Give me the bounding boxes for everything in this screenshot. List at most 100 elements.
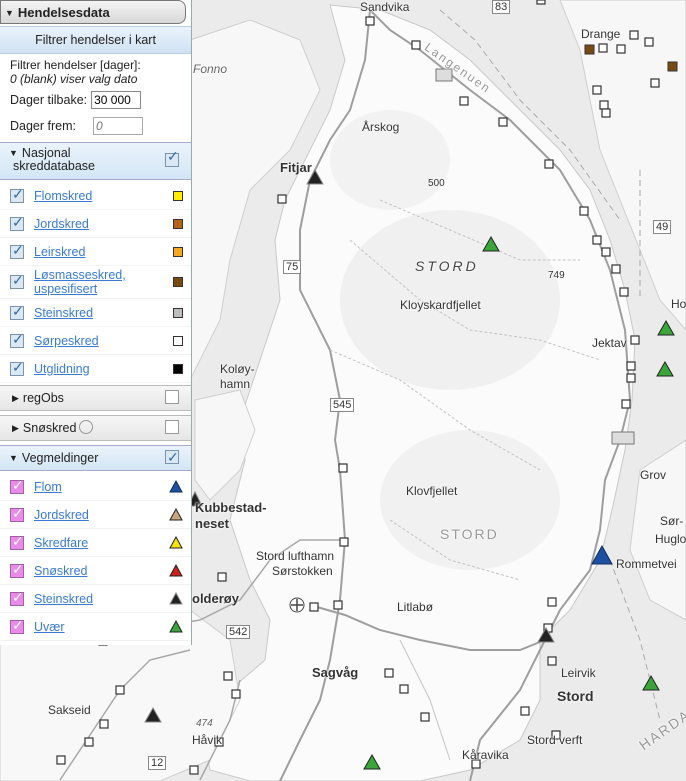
collapse-caret-icon[interactable]: ▼ <box>5 1 14 25</box>
days-forward-row: Dager frem: <box>0 112 191 138</box>
label-koloy: Koløy- <box>220 362 255 376</box>
layer-link[interactable]: Flom <box>34 480 169 494</box>
label-drange: Drange <box>581 27 621 41</box>
label-fonno: Fonno <box>193 62 228 76</box>
road-49: 49 <box>653 220 672 234</box>
layer-checkbox[interactable] <box>10 272 24 289</box>
label-sorstokken: Sørstokken <box>272 564 333 578</box>
layer-link[interactable]: Steinskred <box>34 306 173 320</box>
list-item: Flom <box>0 473 191 501</box>
label-huglo: Huglo <box>655 532 686 546</box>
list-item: Jordskred <box>0 501 191 529</box>
section-snoskred[interactable]: ▶ Snøskred <box>0 415 191 441</box>
list-item: Skredfare <box>0 529 191 557</box>
list-item: Flomskred <box>0 182 191 210</box>
section-regobs[interactable]: ▶ regObs <box>0 385 191 411</box>
layer-checkbox[interactable] <box>10 589 24 606</box>
label-stord-island: STORD <box>415 258 479 274</box>
layer-checkbox[interactable] <box>10 561 24 578</box>
list-item: Utglidning <box>0 355 191 383</box>
uvaer-triangle-icon <box>169 620 183 633</box>
jordskred-triangle-icon <box>169 508 183 521</box>
days-back-label: Dager tilbake: <box>10 93 88 107</box>
vegmeldinger-list: Flom Jordskred Skredfare Snøskred Steins… <box>0 471 191 645</box>
layer-checkbox[interactable] <box>10 214 24 231</box>
label-neset: neset <box>195 516 229 531</box>
layer-link[interactable]: Flomskred <box>34 189 173 203</box>
legend-swatch-icon <box>173 190 183 201</box>
panel-title: Hendelsesdata <box>17 5 110 20</box>
section-checkbox[interactable] <box>165 150 179 167</box>
nasjonal-list: Flomskred Jordskred Leirskred Løsmassesk… <box>0 180 191 383</box>
skredfare-triangle-icon <box>169 536 183 549</box>
days-back-input[interactable] <box>91 91 142 109</box>
layer-link[interactable]: Utglidning <box>34 362 173 376</box>
filter-events-button[interactable]: Filtrer hendelser i kart <box>0 26 191 54</box>
layer-checkbox[interactable] <box>10 533 24 550</box>
label-leirvik: Leirvik <box>561 666 596 680</box>
label-stord-town: Stord <box>557 688 594 704</box>
layer-link[interactable]: Steinskred <box>34 592 169 606</box>
layer-link[interactable]: Snøskred <box>34 564 169 578</box>
section-checkbox[interactable] <box>165 420 179 434</box>
list-item: Sørpeskred <box>0 327 191 355</box>
road-83: 83 <box>492 0 511 14</box>
label-kubbestad: Kubbestad- <box>195 500 267 515</box>
layer-link[interactable]: Løsmasseskred, uspesifisert <box>34 268 173 296</box>
layer-link[interactable]: Jordskred <box>34 217 173 231</box>
event-data-panel: ▼ Hendelsesdata Filtrer hendelser i kart … <box>0 0 192 645</box>
label-hamn: hamn <box>220 377 251 391</box>
section-checkbox[interactable] <box>165 447 179 467</box>
layer-checkbox[interactable] <box>10 359 24 376</box>
layer-checkbox[interactable] <box>10 331 24 348</box>
road-542: 542 <box>226 625 251 639</box>
filter-help-line1: Filtrer hendelser [dager]: <box>10 58 141 72</box>
legend-swatch-icon <box>173 246 183 257</box>
road-545: 545 <box>330 398 355 412</box>
legend-swatch-icon <box>173 335 183 346</box>
layer-checkbox[interactable] <box>10 242 24 259</box>
label-jektav: Jektav <box>592 336 627 350</box>
list-item: Uvær <box>0 613 191 641</box>
layer-checkbox[interactable] <box>10 505 24 522</box>
section-vegmeldinger[interactable]: ▼ Vegmeldinger <box>0 445 191 471</box>
label-klovfjellet: Klovfjellet <box>406 484 458 498</box>
list-item: Løsmasseskred,uspesifisert <box>0 266 191 299</box>
list-item: Steinskred <box>0 299 191 327</box>
section-nasjonal-skreddatabase[interactable]: ▼ Nasjonal skreddatabase <box>0 142 191 180</box>
label-stord-lufthamn: Stord lufthamn <box>256 549 335 563</box>
label-ho: Ho <box>671 297 686 311</box>
expand-caret-icon[interactable]: ▶ <box>12 418 19 438</box>
label-havik: Håvik <box>192 733 223 747</box>
layer-checkbox[interactable] <box>10 303 24 320</box>
layer-checkbox[interactable] <box>10 617 24 634</box>
collapse-caret-icon[interactable]: ▼ <box>9 448 18 468</box>
label-sakseid: Sakseid <box>48 703 91 717</box>
list-item: Jordskred <box>0 210 191 238</box>
label-sor: Sør- <box>660 514 684 528</box>
filter-help: Filtrer hendelser [dager]: 0 (blank) vis… <box>0 54 191 86</box>
section-label: Vegmeldinger <box>21 451 99 465</box>
steinskred-triangle-icon <box>169 592 183 605</box>
layer-checkbox[interactable] <box>10 186 24 203</box>
layer-link[interactable]: Uvær <box>34 620 169 634</box>
label-kaavika: Kåravika <box>462 748 509 762</box>
layer-link[interactable]: Jordskred <box>34 508 169 522</box>
section-checkbox[interactable] <box>165 390 179 404</box>
layer-link[interactable]: Leirskred <box>34 245 173 259</box>
snow-status-icon <box>79 420 94 434</box>
label-litlabo: Litlabø <box>397 600 434 614</box>
days-forward-input[interactable] <box>93 117 143 135</box>
layer-link[interactable]: Skredfare <box>34 536 169 550</box>
label-h749: 749 <box>548 270 565 281</box>
legend-swatch-icon <box>173 218 183 229</box>
legend-swatch-icon <box>173 363 183 374</box>
label-stord-faded: STORD <box>440 526 499 542</box>
section-label-line1: Nasjonal <box>21 146 71 160</box>
label-rommetveit: Rommetvei <box>616 557 677 571</box>
layer-link[interactable]: Sørpeskred <box>34 334 173 348</box>
layer-checkbox[interactable] <box>10 477 24 494</box>
expand-caret-icon[interactable]: ▶ <box>12 388 19 408</box>
panel-header[interactable]: ▼ Hendelsesdata <box>0 0 186 24</box>
list-item: Leirskred <box>0 238 191 266</box>
